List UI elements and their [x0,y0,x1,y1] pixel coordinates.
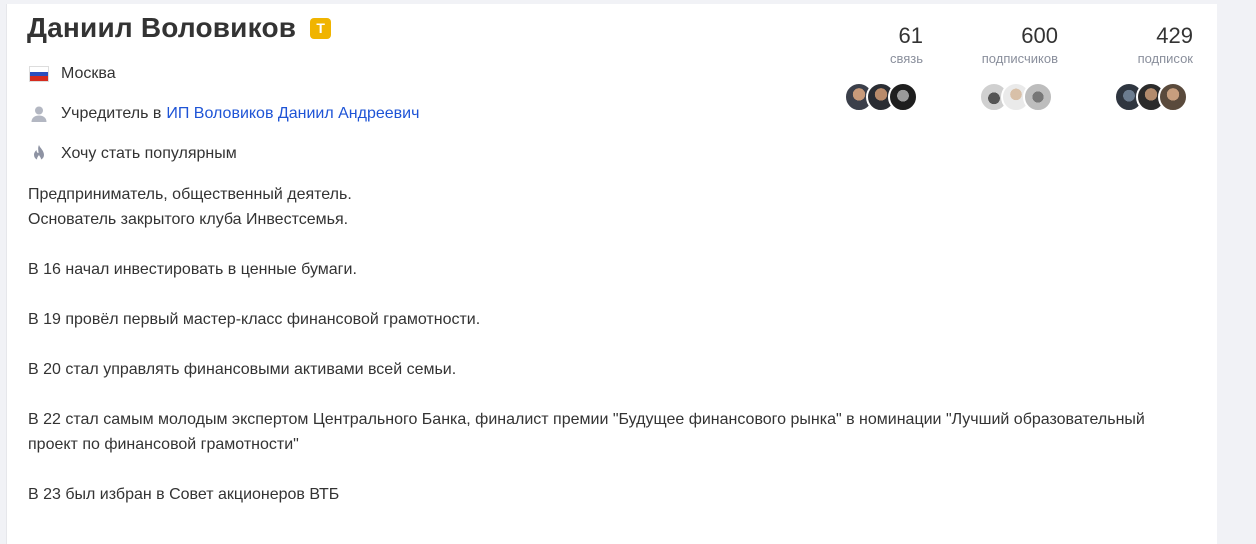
profile-name: Даниил Воловиков [27,12,297,43]
bio-line: В 19 провёл первый мастер-класс финансов… [28,311,481,328]
russia-flag-icon [29,64,49,84]
verified-badge-icon[interactable]: T [310,17,332,39]
avatar[interactable] [888,82,918,112]
role-row: Учредитель в ИП Воловиков Даниил Андреев… [29,104,419,124]
bio-line: В 20 стал управлять финансовыми активами… [28,361,457,378]
bio-line: Основатель закрытого клуба Инвестсемья. [28,211,349,228]
stat-following[interactable]: 429 подписок [1138,22,1193,68]
followers-count: 600 [1021,23,1058,48]
followers-avatars[interactable] [979,82,1053,112]
city-row: Москва [29,64,116,84]
connections-label: связь [889,51,923,66]
bio-line: В 23 был избран в Совет акционеров ВТБ [28,486,340,503]
profile-header: Даниил Воловиков T [27,12,332,44]
stat-connections[interactable]: 61 связь [890,22,923,68]
followers-label: подписчиков [981,51,1058,66]
avatar[interactable] [1023,82,1053,112]
bio-line: Предприниматель, общественный деятель. [28,186,352,203]
following-avatars[interactable] [1114,82,1188,112]
company-link[interactable]: ИП Воловиков Даниил Андреевич [166,105,419,123]
role-prefix: Учредитель в [61,105,162,122]
profile-card: Даниил Воловиков T Москва Учредитель в И… [6,4,1217,544]
person-icon [29,104,49,124]
bio-line: В 16 начал инвестировать в ценные бумаги… [28,261,357,278]
fire-icon [29,144,49,164]
bio: Предприниматель, общественный деятель. Ос… [28,182,1178,532]
city: Москва [61,65,116,82]
goal-row: Хочу стать популярным [29,144,237,164]
avatar[interactable] [1158,82,1188,112]
bio-line: В 22 стал самым молодым экспертом Центра… [28,411,1145,453]
following-label: подписок [1137,51,1193,66]
goal-text: Хочу стать популярным [61,145,237,162]
connections-avatars[interactable] [844,82,918,112]
stat-followers[interactable]: 600 подписчиков [982,22,1058,68]
following-count: 429 [1156,23,1193,48]
connections-count: 61 [898,23,923,48]
